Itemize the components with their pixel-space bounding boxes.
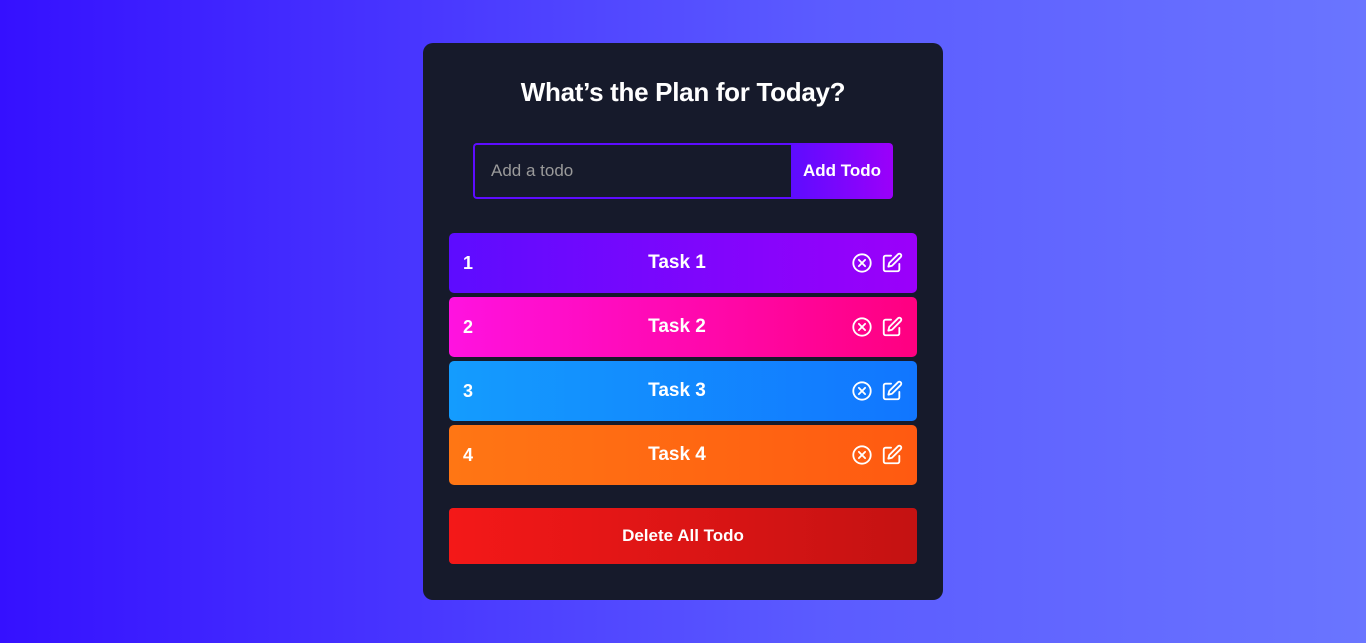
todo-text[interactable]: Task 1	[493, 252, 851, 274]
todo-row: 4 Task 4	[449, 425, 917, 485]
close-circle-icon[interactable]	[851, 252, 873, 274]
delete-all-button[interactable]: Delete All Todo	[449, 508, 917, 564]
todo-number: 2	[463, 316, 474, 337]
todo-actions	[851, 252, 903, 274]
todo-row: 3 Task 3	[449, 361, 917, 421]
todo-actions	[851, 444, 903, 466]
edit-icon[interactable]	[881, 316, 903, 338]
todo-form: Add Todo	[473, 143, 893, 199]
todo-row: 2 Task 2	[449, 297, 917, 357]
todo-app-panel: What’s the Plan for Today? Add Todo 1 Ta…	[423, 43, 943, 600]
edit-icon[interactable]	[881, 252, 903, 274]
todo-input[interactable]	[473, 143, 791, 199]
todo-number: 1	[463, 252, 474, 273]
todo-text[interactable]: Task 2	[493, 316, 851, 338]
close-circle-icon[interactable]	[851, 444, 873, 466]
add-todo-button[interactable]: Add Todo	[791, 143, 893, 199]
edit-icon[interactable]	[881, 444, 903, 466]
todo-number: 3	[463, 380, 474, 401]
todo-row: 1 Task 1	[449, 233, 917, 293]
todo-number: 4	[463, 444, 474, 465]
page-title: What’s the Plan for Today?	[520, 77, 846, 107]
todo-actions	[851, 380, 903, 402]
close-circle-icon[interactable]	[851, 380, 873, 402]
edit-icon[interactable]	[881, 380, 903, 402]
todo-actions	[851, 316, 903, 338]
todo-text[interactable]: Task 4	[493, 444, 851, 466]
todo-text[interactable]: Task 3	[493, 380, 851, 402]
close-circle-icon[interactable]	[851, 316, 873, 338]
todo-list: 1 Task 1 2 Task 2 3 Task 3 4 Task 4	[449, 233, 917, 489]
